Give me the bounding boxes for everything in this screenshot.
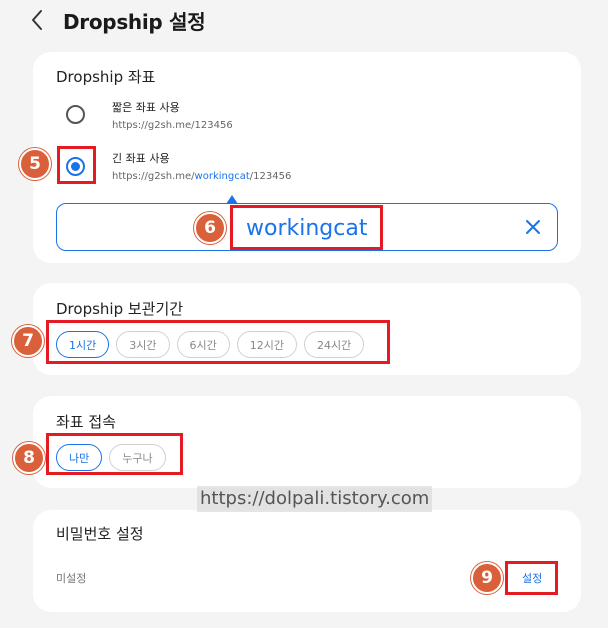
long-address-url-highlight: workingcat <box>194 171 250 182</box>
annotation-badge-6: 6 <box>194 212 226 244</box>
short-address-url: https://g2sh.me/123456 <box>112 120 233 131</box>
retention-card: Dropship 보관기간 1시간 3시간 6시간 12시간 24시간 <box>33 283 581 375</box>
long-address-radio[interactable] <box>66 157 85 176</box>
access-card-title: 좌표 접속 <box>56 413 116 431</box>
retention-chip-24h[interactable]: 24시간 <box>304 331 365 358</box>
retention-chip-12h[interactable]: 12시간 <box>236 331 297 358</box>
custom-address-field <box>56 203 558 251</box>
long-address-url-prefix: https://g2sh.me/ <box>112 171 195 182</box>
retention-chip-group: 1시간 3시간 6시간 12시간 24시간 <box>56 331 365 358</box>
access-card: 좌표 접속 나만 누구나 <box>33 396 581 488</box>
retention-card-title: Dropship 보관기간 <box>56 300 184 318</box>
short-address-label: 짧은 좌표 사용 <box>112 101 180 114</box>
long-address-url: https://g2sh.me/workingcat/123456 <box>112 171 291 182</box>
short-address-radio[interactable] <box>66 105 85 124</box>
long-address-url-suffix: /123456 <box>249 171 292 182</box>
access-chip-only-me[interactable]: 나만 <box>56 444 103 471</box>
retention-chip-3h[interactable]: 3시간 <box>116 331 170 358</box>
page-title: Dropship 설정 <box>63 10 206 34</box>
back-button[interactable] <box>26 6 50 34</box>
password-card: 비밀번호 설정 미설정 설정 <box>33 510 581 612</box>
annotation-badge-8: 8 <box>13 442 45 474</box>
password-status: 미설정 <box>56 572 87 585</box>
chevron-left-icon <box>32 10 42 30</box>
header: Dropship 설정 <box>0 0 608 40</box>
close-icon <box>526 220 540 234</box>
watermark: https://dolpali.tistory.com <box>197 486 433 512</box>
annotation-badge-9: 9 <box>471 562 503 594</box>
access-chip-anyone[interactable]: 누구나 <box>109 444 166 471</box>
annotation-badge-7: 7 <box>12 325 44 357</box>
address-card-title: Dropship 좌표 <box>56 68 156 86</box>
access-chip-group: 나만 누구나 <box>56 444 166 471</box>
annotation-badge-5: 5 <box>19 148 51 180</box>
custom-address-input[interactable] <box>246 213 526 243</box>
clear-input-button[interactable] <box>523 217 543 237</box>
retention-chip-1h[interactable]: 1시간 <box>56 331 110 358</box>
address-card: Dropship 좌표 짧은 좌표 사용 https://g2sh.me/123… <box>33 52 581 263</box>
long-address-label: 긴 좌표 사용 <box>112 152 170 165</box>
password-set-button[interactable]: 설정 <box>522 570 542 586</box>
retention-chip-6h[interactable]: 6시간 <box>176 331 230 358</box>
password-card-title: 비밀번호 설정 <box>56 525 144 543</box>
